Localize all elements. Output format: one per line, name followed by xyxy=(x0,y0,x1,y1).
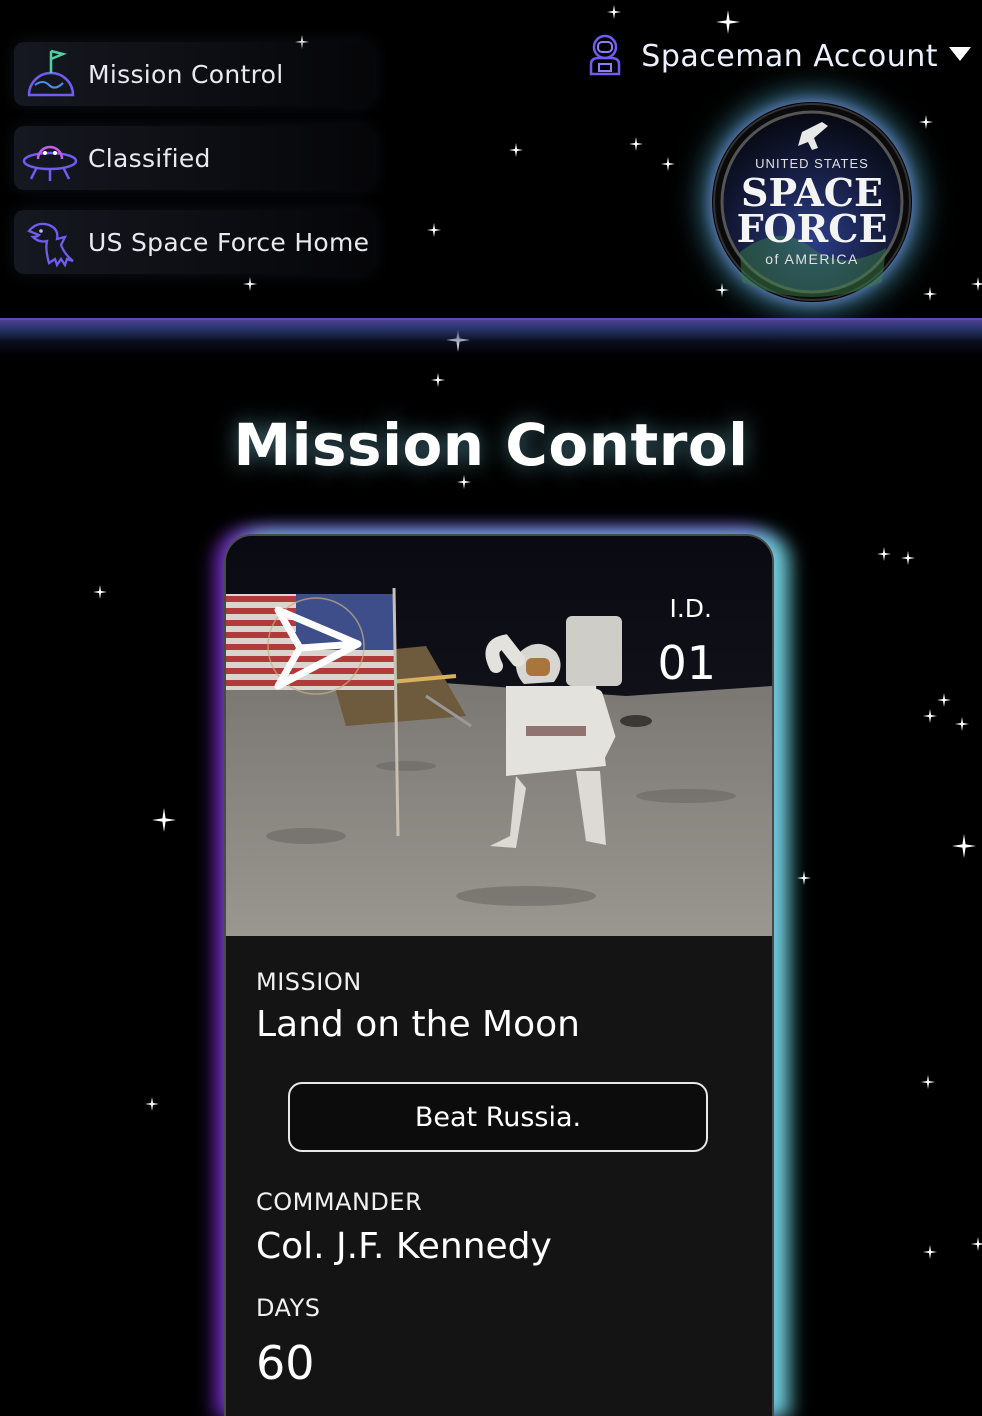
mission-value: Land on the Moon xyxy=(256,1004,580,1045)
logo-line4: of AMERICA xyxy=(765,251,859,267)
alien-ufo-icon xyxy=(20,128,80,188)
account-label: Spaceman Account xyxy=(641,38,938,74)
mission-card: I.D. 01 MISSION Land on the Moon Beat Ru… xyxy=(224,534,774,1416)
planet-flag-icon xyxy=(20,44,80,104)
main-nav: Mission Control Classified US Space Forc… xyxy=(14,42,374,294)
mission-details: MISSION Land on the Moon Beat Russia. CO… xyxy=(226,936,772,1416)
mission-label: MISSION xyxy=(256,968,362,996)
id-label: I.D. xyxy=(669,594,712,623)
eagle-icon xyxy=(20,212,80,272)
id-value: 01 xyxy=(657,636,716,690)
logo-line1: UNITED STATES xyxy=(755,156,869,171)
commander-label: COMMANDER xyxy=(256,1188,423,1216)
days-value: 60 xyxy=(256,1336,315,1390)
logo-line3: FORCE xyxy=(737,206,888,251)
send-arrow-icon[interactable] xyxy=(266,596,366,696)
astronaut-icon xyxy=(583,32,627,80)
caret-down-icon xyxy=(948,45,972,67)
commander-value: Col. J.F. Kennedy xyxy=(256,1226,552,1267)
days-label: DAYS xyxy=(256,1294,321,1322)
space-force-logo[interactable]: UNITED STATES SPACE FORCE of AMERICA xyxy=(712,102,912,302)
nav-item-label: Classified xyxy=(88,143,211,173)
beat-russia-button[interactable]: Beat Russia. xyxy=(288,1082,708,1152)
nav-item-classified[interactable]: Classified xyxy=(14,126,374,190)
header-divider xyxy=(0,318,982,356)
nav-item-label: US Space Force Home xyxy=(88,227,370,257)
nav-item-mission-control[interactable]: Mission Control xyxy=(14,42,374,106)
top-header: Mission Control Classified US Space Forc… xyxy=(0,0,982,318)
nav-item-label: Mission Control xyxy=(88,59,284,89)
moon-landing-photo: I.D. 01 xyxy=(226,536,772,936)
page-title: Mission Control xyxy=(233,410,749,479)
account-menu[interactable]: Spaceman Account xyxy=(583,32,972,80)
nav-item-space-force-home[interactable]: US Space Force Home xyxy=(14,210,374,274)
